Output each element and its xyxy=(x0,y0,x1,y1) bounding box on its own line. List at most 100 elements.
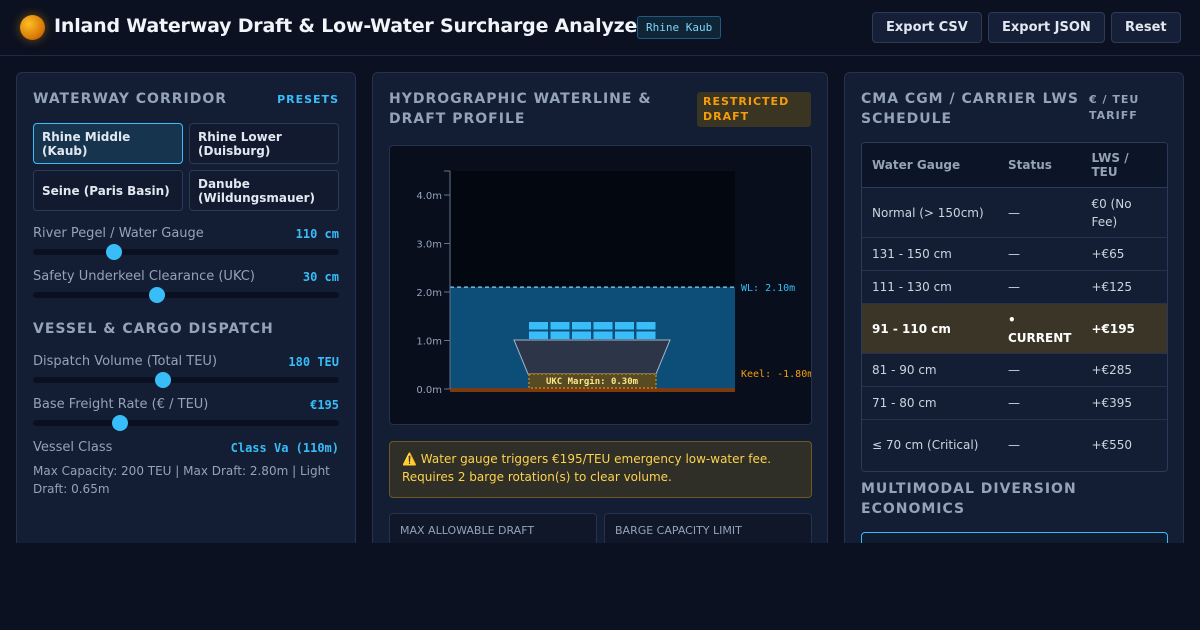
dispatch-volume-value: 180 TEU xyxy=(288,355,339,369)
vessel-class-select[interactable]: Class Va (110m) xyxy=(231,441,339,455)
freight-rate-slider[interactable] xyxy=(33,415,339,431)
fee-cell: +€125 xyxy=(1081,270,1167,304)
column-header: Status xyxy=(998,143,1082,188)
tariff-link[interactable]: € / TEU TARIFF xyxy=(1089,92,1183,124)
container-block xyxy=(572,331,591,339)
vessel-class-label: Vessel Class xyxy=(33,440,113,455)
location-badge: Rhine Kaub xyxy=(637,16,722,39)
container-block xyxy=(615,322,634,330)
dispatch-volume-thumb[interactable] xyxy=(155,372,172,388)
ukc-slider[interactable] xyxy=(33,287,339,303)
lws-alert: ⚠️ Water gauge triggers €195/TEU emergen… xyxy=(389,441,812,498)
container-block xyxy=(593,322,613,330)
waterline-label: WL: 2.10m xyxy=(741,283,795,294)
container-block xyxy=(529,331,548,339)
status-cell: — xyxy=(998,270,1082,304)
controls-panel: Waterway Corridor PRESETS Rhine Middle (… xyxy=(16,72,356,552)
gauge-cell: 111 - 130 cm xyxy=(862,270,998,304)
container-block xyxy=(593,331,613,339)
profile-panel: Hydrographic Waterline & Draft Profile R… xyxy=(372,72,828,573)
preset-rhine-lower[interactable]: Rhine Lower (Duisburg) xyxy=(189,123,339,164)
riverbed xyxy=(450,388,735,392)
page-bottom xyxy=(0,543,1200,630)
app-title: Inland Waterway Draft & Low-Water Surcha… xyxy=(54,15,647,37)
gauge-cell: 91 - 110 cm xyxy=(862,303,998,354)
status-cell: • CURRENT xyxy=(998,303,1082,354)
warning-icon: ⚠️ xyxy=(402,452,417,466)
max-draft-label: MAX ALLOWABLE DRAFT xyxy=(400,524,535,537)
gauge-cell: 71 - 80 cm xyxy=(862,386,998,420)
table-row: 91 - 110 cm • CURRENT +€195 xyxy=(862,303,1167,354)
gauge-cell: 131 - 150 cm xyxy=(862,237,998,271)
gauge-cell: 81 - 90 cm xyxy=(862,353,998,387)
ukc-value: 30 cm xyxy=(302,270,339,284)
container-block xyxy=(636,322,656,330)
lws-alert-text: Water gauge triggers €195/TEU emergency … xyxy=(402,452,772,484)
gauge-cell: ≤ 70 cm (Critical) xyxy=(872,438,979,453)
status-cell: — xyxy=(998,386,1082,420)
y-tick-label: 3.0m xyxy=(416,240,442,251)
preset-seine[interactable]: Seine (Paris Basin) xyxy=(33,170,183,211)
presets-link[interactable]: PRESETS xyxy=(277,93,339,106)
gauge-cell: Normal (> 150cm) xyxy=(862,187,998,238)
y-tick-label: 0.0m xyxy=(416,385,442,396)
schedule-panel: CMA CGM / Carrier LWS Schedule € / TEU T… xyxy=(844,72,1184,572)
fee-cell: €0 (No Fee) xyxy=(1081,187,1167,238)
vessel-hull xyxy=(513,339,671,375)
fee-cell: +€285 xyxy=(1081,353,1167,387)
preset-danube[interactable]: Danube (Wildungsmauer) xyxy=(189,170,339,211)
table-row: 71 - 80 cm — +€395 xyxy=(862,386,1167,420)
dispatch-volume-label: Dispatch Volume (Total TEU) xyxy=(33,354,218,369)
container-block xyxy=(636,331,656,339)
freight-rate-value: €195 xyxy=(310,398,339,412)
waterline-chart-svg: WL: 2.10m 0.0m 1.0m 2.0m 3.0m 4.0m UKC Margin:… xyxy=(416,170,813,396)
table-row: 111 - 130 cm — +€125 xyxy=(862,270,1167,304)
profile-title: Hydrographic Waterline & Draft Profile xyxy=(389,91,652,127)
barge-capacity-label: BARGE CAPACITY LIMIT xyxy=(615,524,742,537)
keel-label: Keel: -1.80m xyxy=(741,369,811,380)
status-cell: — xyxy=(998,237,1082,271)
dispatch-title: Vessel & Cargo Dispatch xyxy=(33,321,274,337)
y-tick-label: 2.0m xyxy=(416,288,442,299)
table-row: 131 - 150 cm — +€65 xyxy=(862,237,1167,271)
corridor-title: Waterway Corridor xyxy=(33,91,228,107)
logo-icon xyxy=(20,15,45,40)
app-header: Inland Waterway Draft & Low-Water Surcha… xyxy=(0,0,1200,56)
restricted-draft-badge: RESTRICTED DRAFT xyxy=(697,92,811,127)
container-block xyxy=(572,322,591,330)
dispatch-volume-slider[interactable] xyxy=(33,372,339,388)
fee-cell: +€550 xyxy=(1091,438,1133,453)
ukc-margin-label: UKC Margin: 0.30m xyxy=(546,376,639,387)
ukc-label: Safety Underkeel Clearance (UKC) xyxy=(33,269,255,284)
freight-rate-label: Base Freight Rate (€ / TEU) xyxy=(33,397,209,412)
status-cell: — xyxy=(1008,438,1020,453)
water-gauge-thumb[interactable] xyxy=(106,244,123,260)
preset-rhine-middle[interactable]: Rhine Middle (Kaub) xyxy=(33,123,183,164)
freight-rate-thumb[interactable] xyxy=(112,415,129,431)
fee-cell: +€65 xyxy=(1081,237,1167,271)
y-tick-label: 1.0m xyxy=(416,337,442,348)
table-row: Normal (> 150cm) — €0 (No Fee) xyxy=(862,187,1167,238)
container-block xyxy=(550,322,570,330)
waterline-chart: WL: 2.10m 0.0m 1.0m 2.0m 3.0m 4.0m UKC Margin:… xyxy=(389,145,813,425)
export-csv-button[interactable]: Export CSV xyxy=(872,12,982,43)
table-row: 81 - 90 cm — +€285 xyxy=(862,353,1167,387)
diversion-title: Multimodal Diversion Economics xyxy=(861,481,1077,517)
table-row: ≤ 70 cm (Critical) — +€550 xyxy=(862,420,1167,471)
ukc-thumb[interactable] xyxy=(148,287,165,303)
table-header-row: Water Gauge Status LWS / TEU xyxy=(862,143,1167,188)
reset-button[interactable]: Reset xyxy=(1111,12,1181,43)
lws-table: Water Gauge Status LWS / TEU Normal (> 1… xyxy=(861,142,1168,472)
container-block xyxy=(550,331,570,339)
column-header: Water Gauge xyxy=(862,143,998,188)
water-gauge-slider[interactable] xyxy=(33,244,339,260)
status-cell: — xyxy=(998,187,1082,238)
container-block xyxy=(529,322,548,330)
fee-cell: +€195 xyxy=(1081,303,1167,354)
container-block xyxy=(615,331,634,339)
status-cell: — xyxy=(998,353,1082,387)
export-json-button[interactable]: Export JSON xyxy=(988,12,1105,43)
y-tick-label: 4.0m xyxy=(416,191,442,202)
water-gauge-label: River Pegel / Water Gauge xyxy=(33,226,204,241)
fee-cell: +€395 xyxy=(1081,386,1167,420)
